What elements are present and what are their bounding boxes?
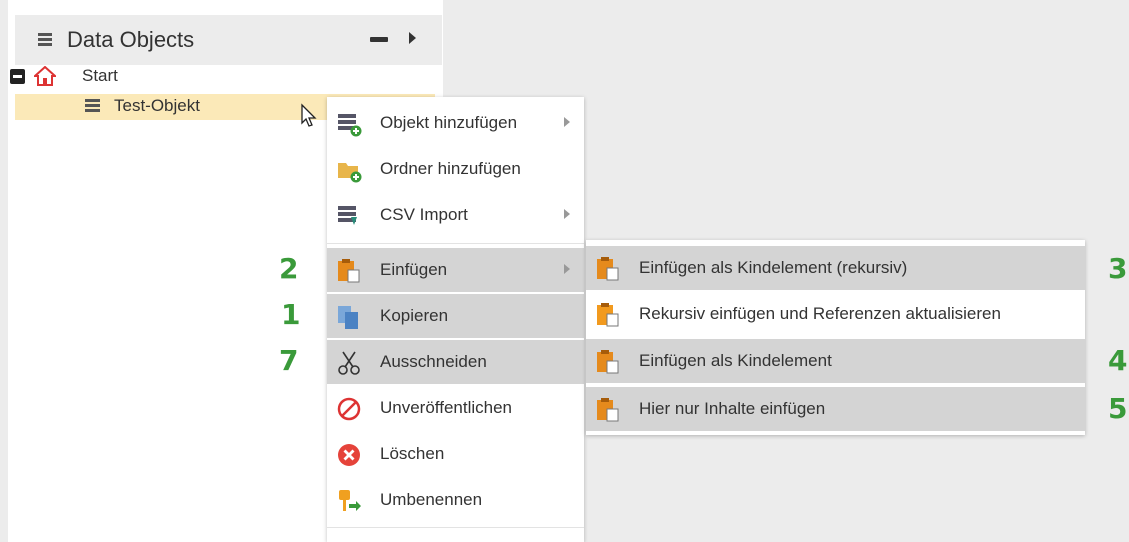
object-icon: [85, 99, 100, 112]
menu-item-label: Löschen: [380, 444, 445, 463]
minimize-icon[interactable]: [370, 37, 388, 42]
delete-icon: [338, 444, 360, 466]
paste-icon: [338, 259, 360, 283]
csv-import-icon: [338, 206, 357, 225]
menu-item-rename[interactable]: Umbenennen: [327, 478, 584, 522]
menu-item-csv-import[interactable]: CSV Import: [327, 193, 584, 237]
menu-item-unpublish[interactable]: Unveröffentlichen: [327, 386, 584, 430]
menu-item-copy[interactable]: Kopieren: [327, 294, 584, 338]
panel-title: Data Objects: [67, 27, 195, 52]
annotation-copy: 1: [281, 298, 301, 331]
menu-item-paste[interactable]: Einfügen: [327, 248, 584, 292]
scissors-icon: [338, 351, 360, 375]
menu-item-add-folder[interactable]: Ordner hinzufügen: [327, 147, 584, 191]
paste-icon: [597, 350, 619, 374]
submenu-item-label: Einfügen als Kindelement: [639, 351, 832, 370]
paste-icon: [597, 257, 619, 281]
submenu-arrow-icon: [564, 117, 570, 127]
paste-icon: [597, 303, 619, 327]
annotation-paste-child-recursive: 3: [1108, 252, 1128, 285]
menu-item-label: CSV Import: [380, 205, 468, 224]
unpublish-icon: [337, 397, 361, 421]
submenu-item-paste-recursive-update-refs[interactable]: Rekursiv einfügen und Referenzen aktuali…: [586, 292, 1085, 336]
tree-item-test-objekt[interactable]: Test-Objekt: [114, 96, 200, 116]
add-folder-icon: [338, 163, 362, 183]
mouse-cursor-icon: [301, 103, 317, 127]
panel-header: Data Objects: [15, 15, 442, 65]
copy-icon: [338, 306, 358, 329]
tree-item-start[interactable]: Start: [82, 66, 118, 86]
submenu-arrow-icon: [564, 264, 570, 274]
menu-item-label: Objekt hinzufügen: [380, 113, 518, 132]
menu-item-label: Ausschneiden: [380, 352, 487, 371]
collapse-toggle-icon[interactable]: [10, 69, 25, 84]
annotation-cut: 7: [279, 344, 299, 377]
data-objects-icon: [38, 33, 52, 46]
submenu-item-label: Einfügen als Kindelement (rekursiv): [639, 258, 908, 277]
rename-icon: [339, 490, 361, 511]
annotation-paste-child: 4: [1108, 344, 1128, 377]
menu-item-label: Umbenennen: [380, 490, 483, 509]
annotation-paste-contents: 5: [1108, 392, 1128, 425]
submenu-item-label: Hier nur Inhalte einfügen: [639, 399, 826, 418]
menu-item-label: Unveröffentlichen: [380, 398, 512, 417]
menu-item-label: Kopieren: [380, 306, 449, 325]
expand-arrow-icon[interactable]: [409, 32, 416, 44]
paste-submenu: Einfügen als Kindelement (rekursiv) Reku…: [586, 240, 1085, 435]
submenu-item-paste-contents-only[interactable]: Hier nur Inhalte einfügen: [586, 387, 1085, 431]
submenu-item-paste-child[interactable]: Einfügen als Kindelement: [586, 339, 1085, 383]
menu-divider: [327, 243, 584, 244]
home-icon: [34, 66, 56, 86]
submenu-item-paste-child-recursive[interactable]: Einfügen als Kindelement (rekursiv): [586, 246, 1085, 290]
menu-item-delete[interactable]: Löschen: [327, 432, 584, 476]
menu-item-label: Ordner hinzufügen: [380, 159, 521, 178]
paste-icon: [597, 398, 619, 422]
menu-item-cut[interactable]: Ausschneiden: [327, 340, 584, 384]
annotation-paste: 2: [279, 252, 299, 285]
add-object-icon: [338, 114, 362, 137]
submenu-item-label: Rekursiv einfügen und Referenzen aktuali…: [639, 304, 1001, 323]
submenu-arrow-icon: [564, 209, 570, 219]
menu-item-label: Einfügen: [380, 260, 448, 279]
menu-item-add-object[interactable]: Objekt hinzufügen: [327, 101, 584, 145]
menu-divider: [327, 527, 584, 528]
context-menu: Objekt hinzufügen Ordner hinzufügen CSV …: [327, 97, 584, 542]
